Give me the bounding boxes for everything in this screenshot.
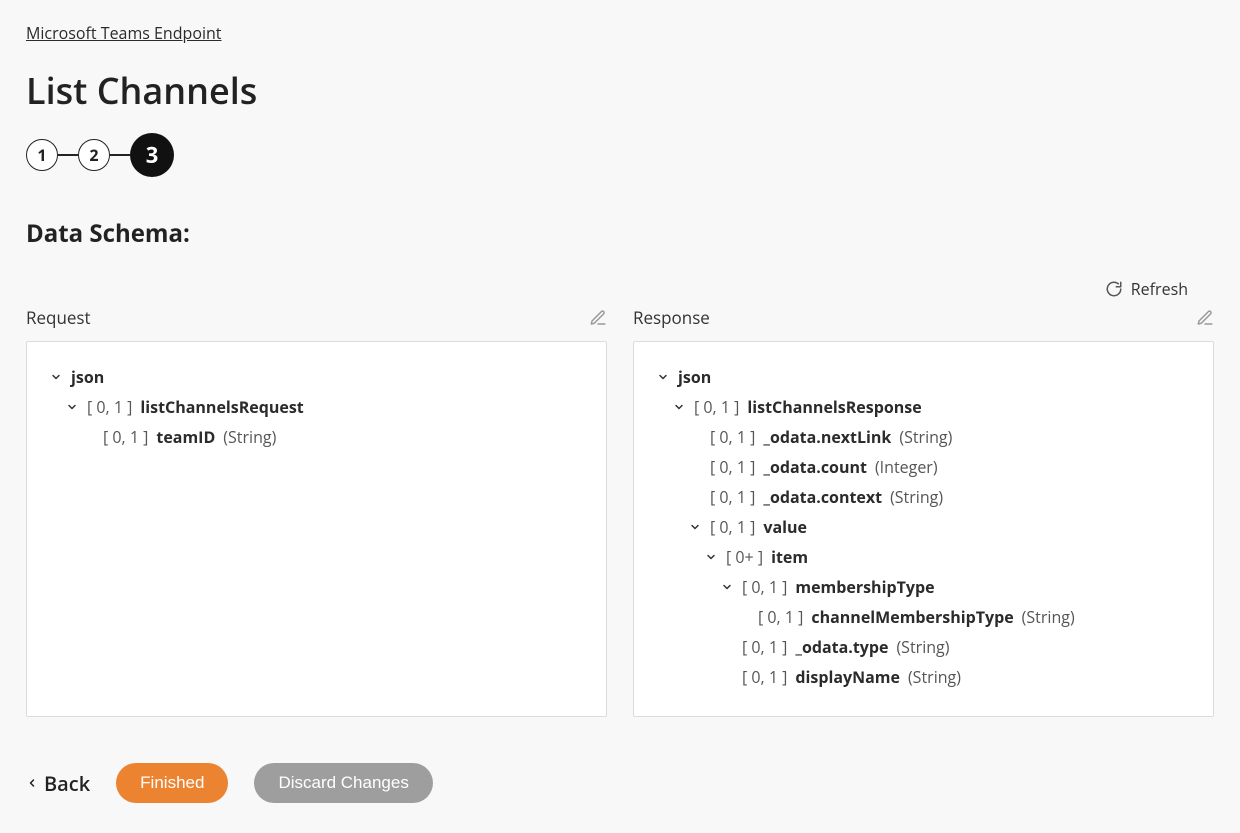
edit-response-button[interactable]: [1196, 309, 1214, 327]
field-name: item: [771, 546, 808, 568]
response-tree-row[interactable]: [ 0+ ] item: [704, 542, 1191, 572]
response-tree-row[interactable]: [ 0, 1 ] _odata.context (String): [688, 482, 1191, 512]
cardinality-label: [ 0, 1 ]: [87, 396, 132, 418]
request-tree-panel: json [ 0, 1 ] listChannelsRequest [ 0, 1 ] t…: [26, 341, 607, 717]
response-tree-row[interactable]: json: [656, 362, 1191, 392]
refresh-button[interactable]: Refresh: [1105, 278, 1188, 300]
step-1[interactable]: 1: [26, 139, 58, 171]
cardinality-label: [ 0, 1 ]: [710, 516, 755, 538]
discard-button[interactable]: Discard Changes: [254, 763, 432, 803]
chevron-down-icon[interactable]: [704, 550, 718, 564]
step-separator: [58, 154, 78, 156]
edit-request-button[interactable]: [589, 309, 607, 327]
chevron-left-icon: [26, 777, 38, 789]
response-tree-panel: json[ 0, 1 ]listChannelsResponse[ 0, 1 ]…: [633, 341, 1214, 717]
field-type: (Integer): [875, 456, 938, 478]
chevron-down-icon[interactable]: [49, 370, 63, 384]
field-name: json: [678, 366, 711, 388]
field-name: _odata.count: [763, 456, 867, 478]
chevron-down-icon[interactable]: [65, 400, 79, 414]
chevron-down-icon[interactable]: [688, 520, 702, 534]
chevron-down-icon[interactable]: [672, 400, 686, 414]
cardinality-label: [ 0, 1 ]: [710, 456, 755, 478]
cardinality-label: [ 0, 1 ]: [710, 426, 755, 448]
response-tree-row[interactable]: [ 0, 1 ] channelMembershipType (String): [736, 602, 1191, 632]
finished-button[interactable]: Finished: [116, 763, 228, 803]
request-header: Request: [26, 306, 91, 329]
request-tree-row[interactable]: [ 0, 1 ] teamID (String): [81, 422, 584, 452]
cardinality-label: [ 0, 1 ]: [710, 486, 755, 508]
stepper: 123: [26, 133, 1214, 177]
field-name: json: [71, 366, 104, 388]
field-name: channelMembershipType: [811, 606, 1013, 628]
cardinality-label: [ 0, 1 ]: [103, 426, 148, 448]
response-tree-row[interactable]: [ 0, 1 ] _odata.type (String): [720, 632, 1191, 662]
pencil-icon: [589, 309, 607, 327]
response-tree-row[interactable]: [ 0, 1 ] _odata.count (Integer): [688, 452, 1191, 482]
field-name: displayName: [795, 666, 900, 688]
page-title: List Channels: [26, 66, 1214, 115]
step-3[interactable]: 3: [130, 133, 174, 177]
chevron-down-icon[interactable]: [656, 370, 670, 384]
back-button[interactable]: Back: [26, 770, 90, 797]
response-header: Response: [633, 306, 710, 329]
cardinality-label: [ 0, 1 ]: [758, 606, 803, 628]
response-tree-row[interactable]: [ 0, 1 ] membershipType: [720, 572, 1191, 602]
cardinality-label: [ 0, 1 ]: [694, 396, 739, 418]
request-tree-row[interactable]: [ 0, 1 ] listChannelsRequest: [65, 392, 584, 422]
response-tree-row[interactable]: [ 0, 1 ] value: [688, 512, 1191, 542]
field-type: (String): [896, 636, 949, 658]
field-name: membershipType: [795, 576, 934, 598]
pencil-icon: [1196, 309, 1214, 327]
step-separator: [110, 154, 130, 156]
cardinality-label: [ 0+ ]: [726, 546, 763, 568]
refresh-icon: [1105, 280, 1123, 298]
chevron-down-icon[interactable]: [720, 580, 734, 594]
cardinality-label: [ 0, 1 ]: [742, 666, 787, 688]
request-tree-row[interactable]: json: [49, 362, 584, 392]
field-type: (String): [908, 666, 961, 688]
field-name: listChannelsRequest: [140, 396, 303, 418]
field-name: value: [763, 516, 807, 538]
refresh-label: Refresh: [1131, 278, 1188, 300]
field-name: _odata.nextLink: [763, 426, 891, 448]
back-label: Back: [44, 770, 90, 797]
section-title: Data Schema:: [26, 217, 1214, 250]
step-2[interactable]: 2: [78, 139, 110, 171]
response-tree-row[interactable]: [ 0, 1 ] displayName (String): [720, 662, 1191, 692]
field-name: listChannelsResponse: [747, 396, 921, 418]
response-tree-row[interactable]: [ 0, 1 ] _odata.nextLink (String): [688, 422, 1191, 452]
field-name: _odata.type: [795, 636, 888, 658]
cardinality-label: [ 0, 1 ]: [742, 636, 787, 658]
response-tree-row[interactable]: [ 0, 1 ] listChannelsResponse: [672, 392, 1191, 422]
field-name: teamID: [156, 426, 215, 448]
field-name: _odata.context: [763, 486, 882, 508]
field-type: (String): [223, 426, 276, 448]
field-type: (String): [890, 486, 943, 508]
field-type: (String): [899, 426, 952, 448]
cardinality-label: [ 0, 1 ]: [742, 576, 787, 598]
field-type: (String): [1022, 606, 1075, 628]
breadcrumb-link[interactable]: Microsoft Teams Endpoint: [26, 22, 222, 44]
